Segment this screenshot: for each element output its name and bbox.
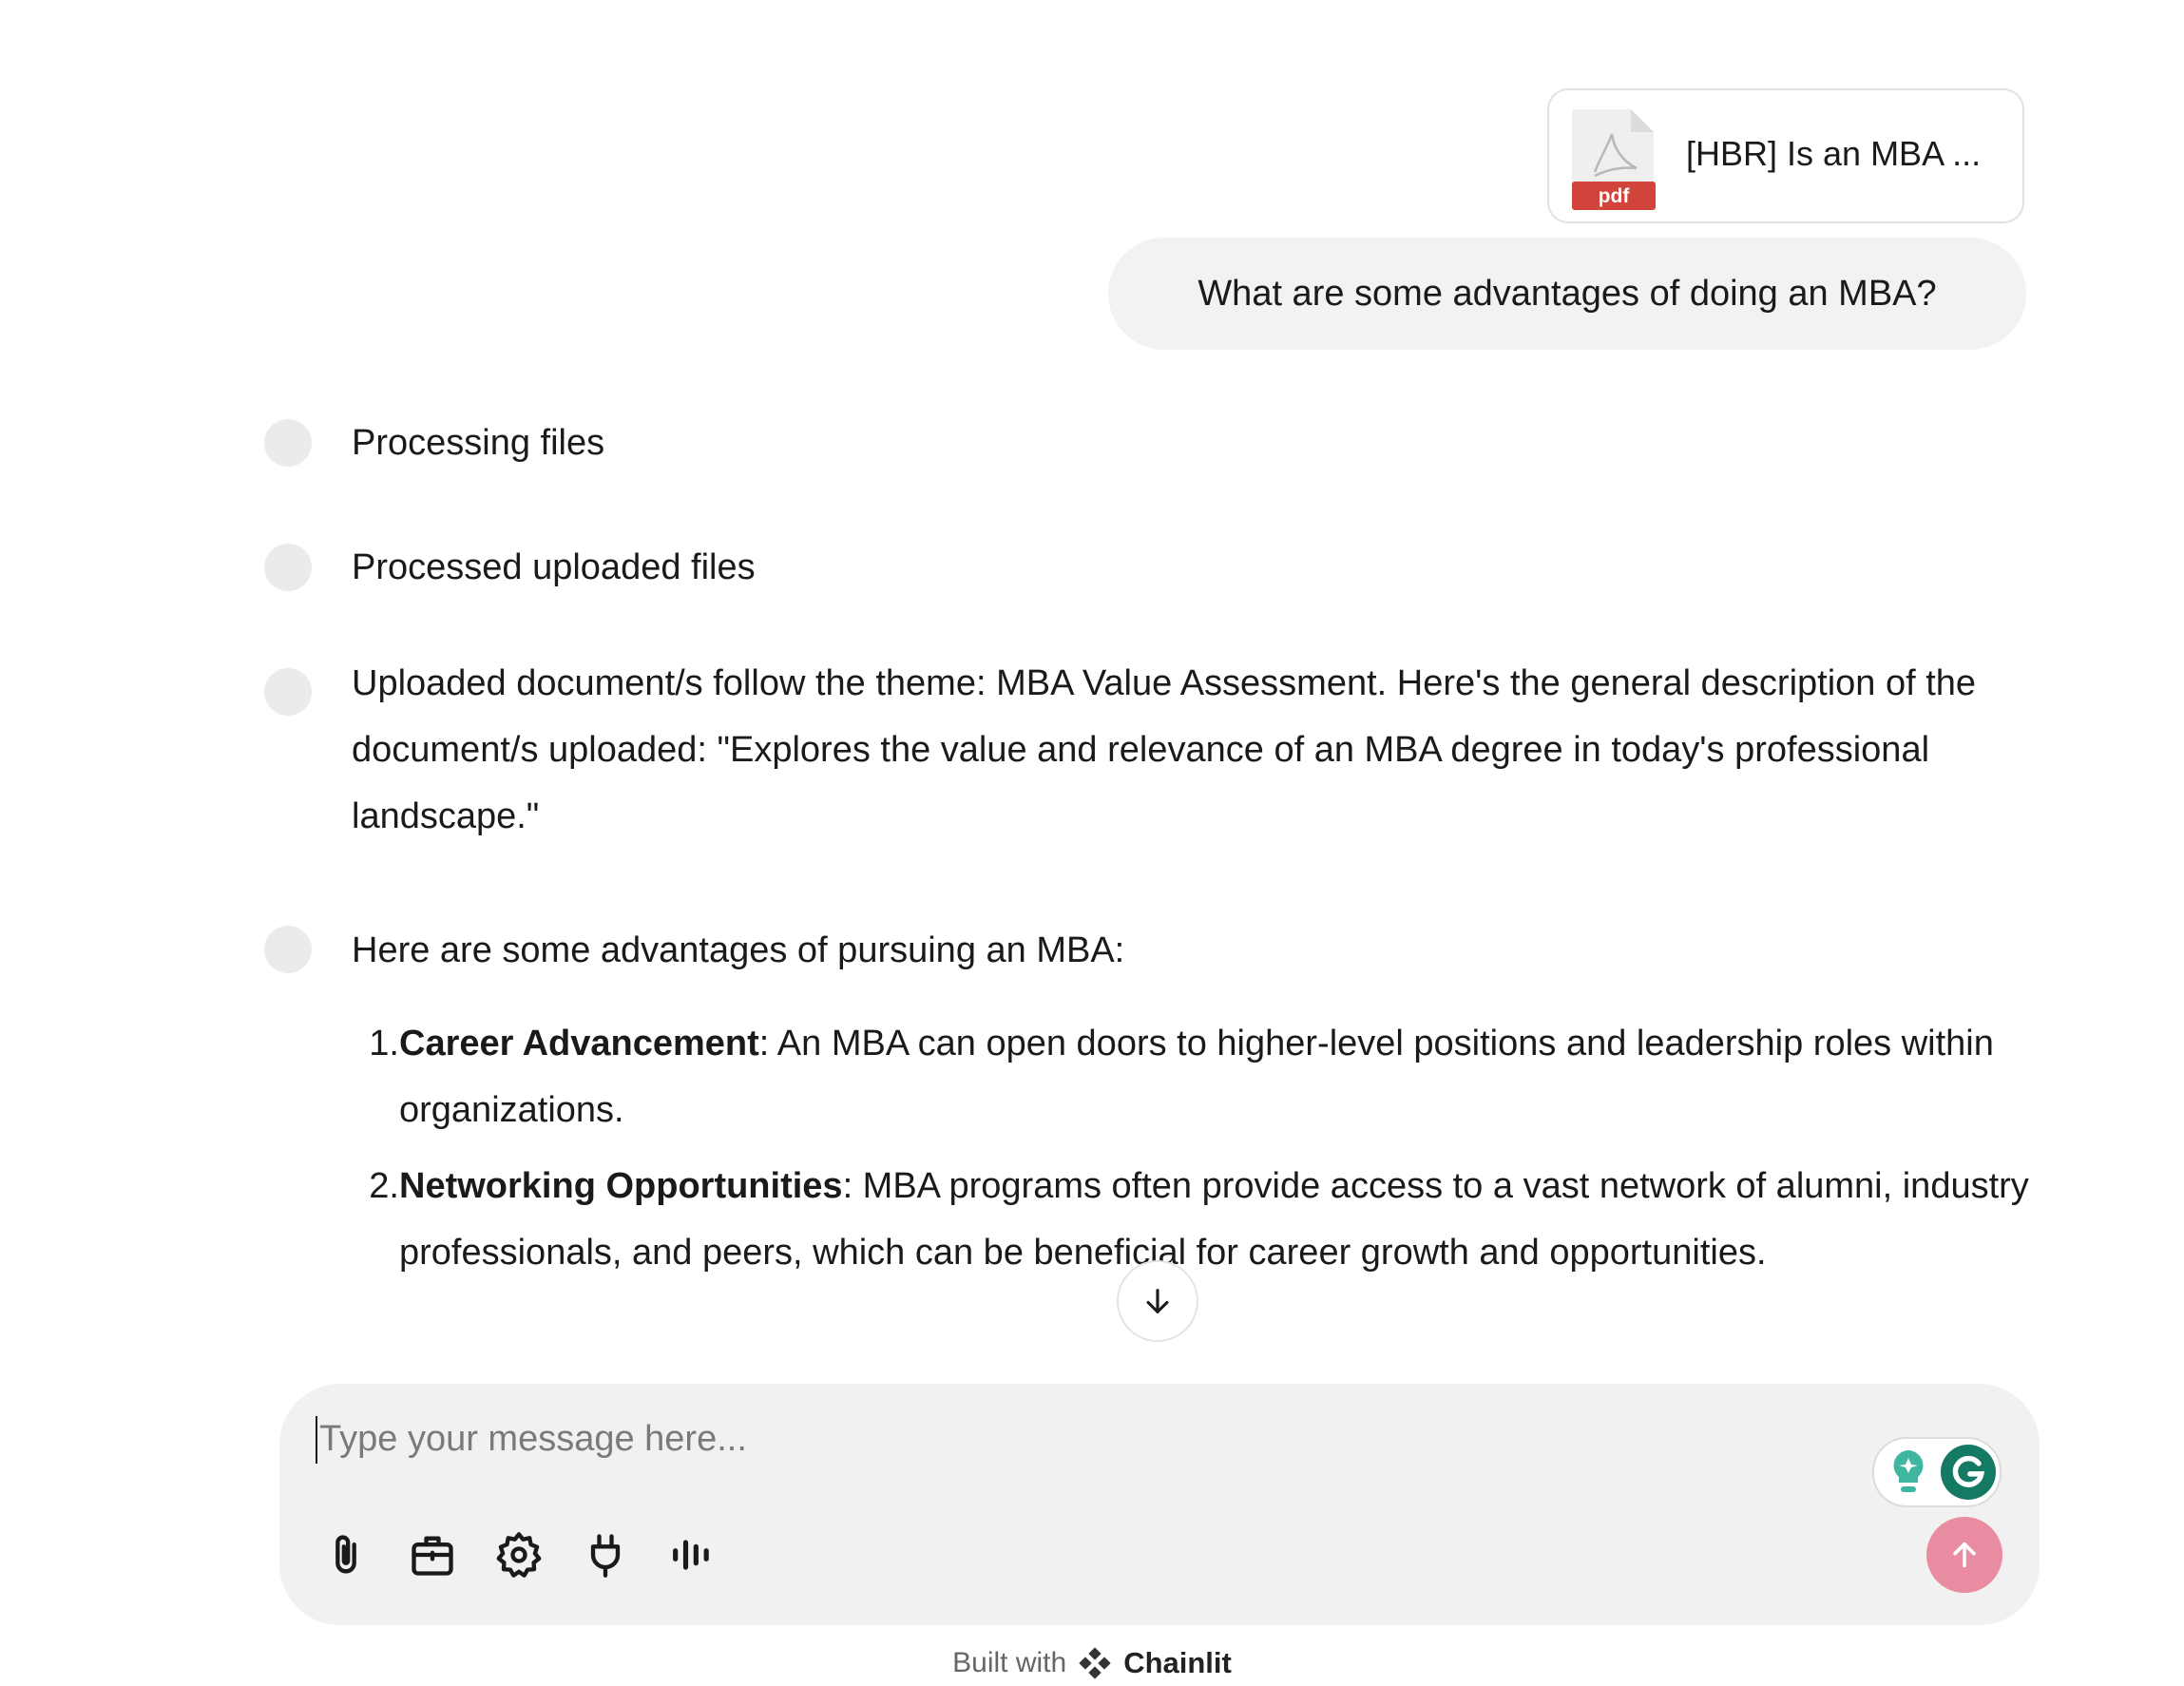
assistant-avatar <box>264 926 312 973</box>
list-item-title: Career Advancement <box>399 1024 759 1063</box>
arrow-up-icon <box>1953 1542 1976 1568</box>
svg-text:pdf: pdf <box>1599 185 1631 207</box>
footer: Built with Chainlit <box>0 1644 2184 1686</box>
plug-button[interactable] <box>577 1526 634 1583</box>
built-with-label: Built with <box>952 1647 1067 1678</box>
scroll-to-bottom-button[interactable] <box>1117 1260 1198 1342</box>
plug-icon <box>590 1534 621 1578</box>
chainlit-brand-link[interactable]: Chainlit <box>1123 1646 1232 1680</box>
list-number: 2. <box>369 1166 399 1206</box>
attachment-card[interactable]: pdf [HBR] Is an MBA ... <box>1547 88 2024 223</box>
user-message-bubble: What are some advantages of doing an MBA… <box>1108 238 2026 350</box>
message-composer <box>279 1384 2040 1625</box>
attach-button[interactable] <box>317 1526 374 1583</box>
assistant-avatar <box>264 419 312 467</box>
step-processing-files[interactable]: Processing files <box>352 410 604 476</box>
theme-message: Uploaded document/s follow the theme: MB… <box>352 650 1977 850</box>
list-item: 2. Networking Opportunities: MBA program… <box>352 1153 2034 1286</box>
step-processed-files[interactable]: Processed uploaded files <box>352 534 756 601</box>
grammarly-icon <box>1941 1445 1996 1500</box>
voice-wave-icon <box>673 1540 709 1570</box>
answer-intro: Here are some advantages of pursuing an … <box>352 930 1125 970</box>
assistant-avatar <box>264 668 312 716</box>
briefcase-icon <box>412 1536 453 1576</box>
arrow-down-icon <box>1146 1289 1169 1313</box>
briefcase-button[interactable] <box>404 1526 461 1583</box>
grammarly-widget[interactable] <box>1872 1437 2002 1507</box>
pdf-file-icon: pdf <box>1572 109 1656 210</box>
attach-icon <box>335 1535 356 1574</box>
settings-button[interactable] <box>490 1526 547 1583</box>
text-caret <box>316 1416 317 1464</box>
send-button[interactable] <box>1926 1517 2002 1593</box>
attachment-file-name: [HBR] Is an MBA ... <box>1686 134 1982 173</box>
advantages-list: 1. Career Advancement: An MBA can open d… <box>352 1010 2034 1295</box>
voice-button[interactable] <box>663 1526 720 1583</box>
assistant-avatar <box>264 544 312 591</box>
list-item-title: Networking Opportunities <box>399 1166 843 1206</box>
list-item: 1. Career Advancement: An MBA can open d… <box>352 1010 2034 1143</box>
theme-message-text: Uploaded document/s follow the theme: MB… <box>352 663 1977 836</box>
settings-gear-icon <box>496 1532 542 1578</box>
lightbulb-icon <box>1893 1450 1924 1492</box>
message-input[interactable] <box>317 1405 1842 1473</box>
list-number: 1. <box>369 1024 399 1063</box>
chat-area: pdf [HBR] Is an MBA ... What are some ad… <box>0 0 2184 1383</box>
chainlit-logo-icon <box>1079 1647 1111 1679</box>
